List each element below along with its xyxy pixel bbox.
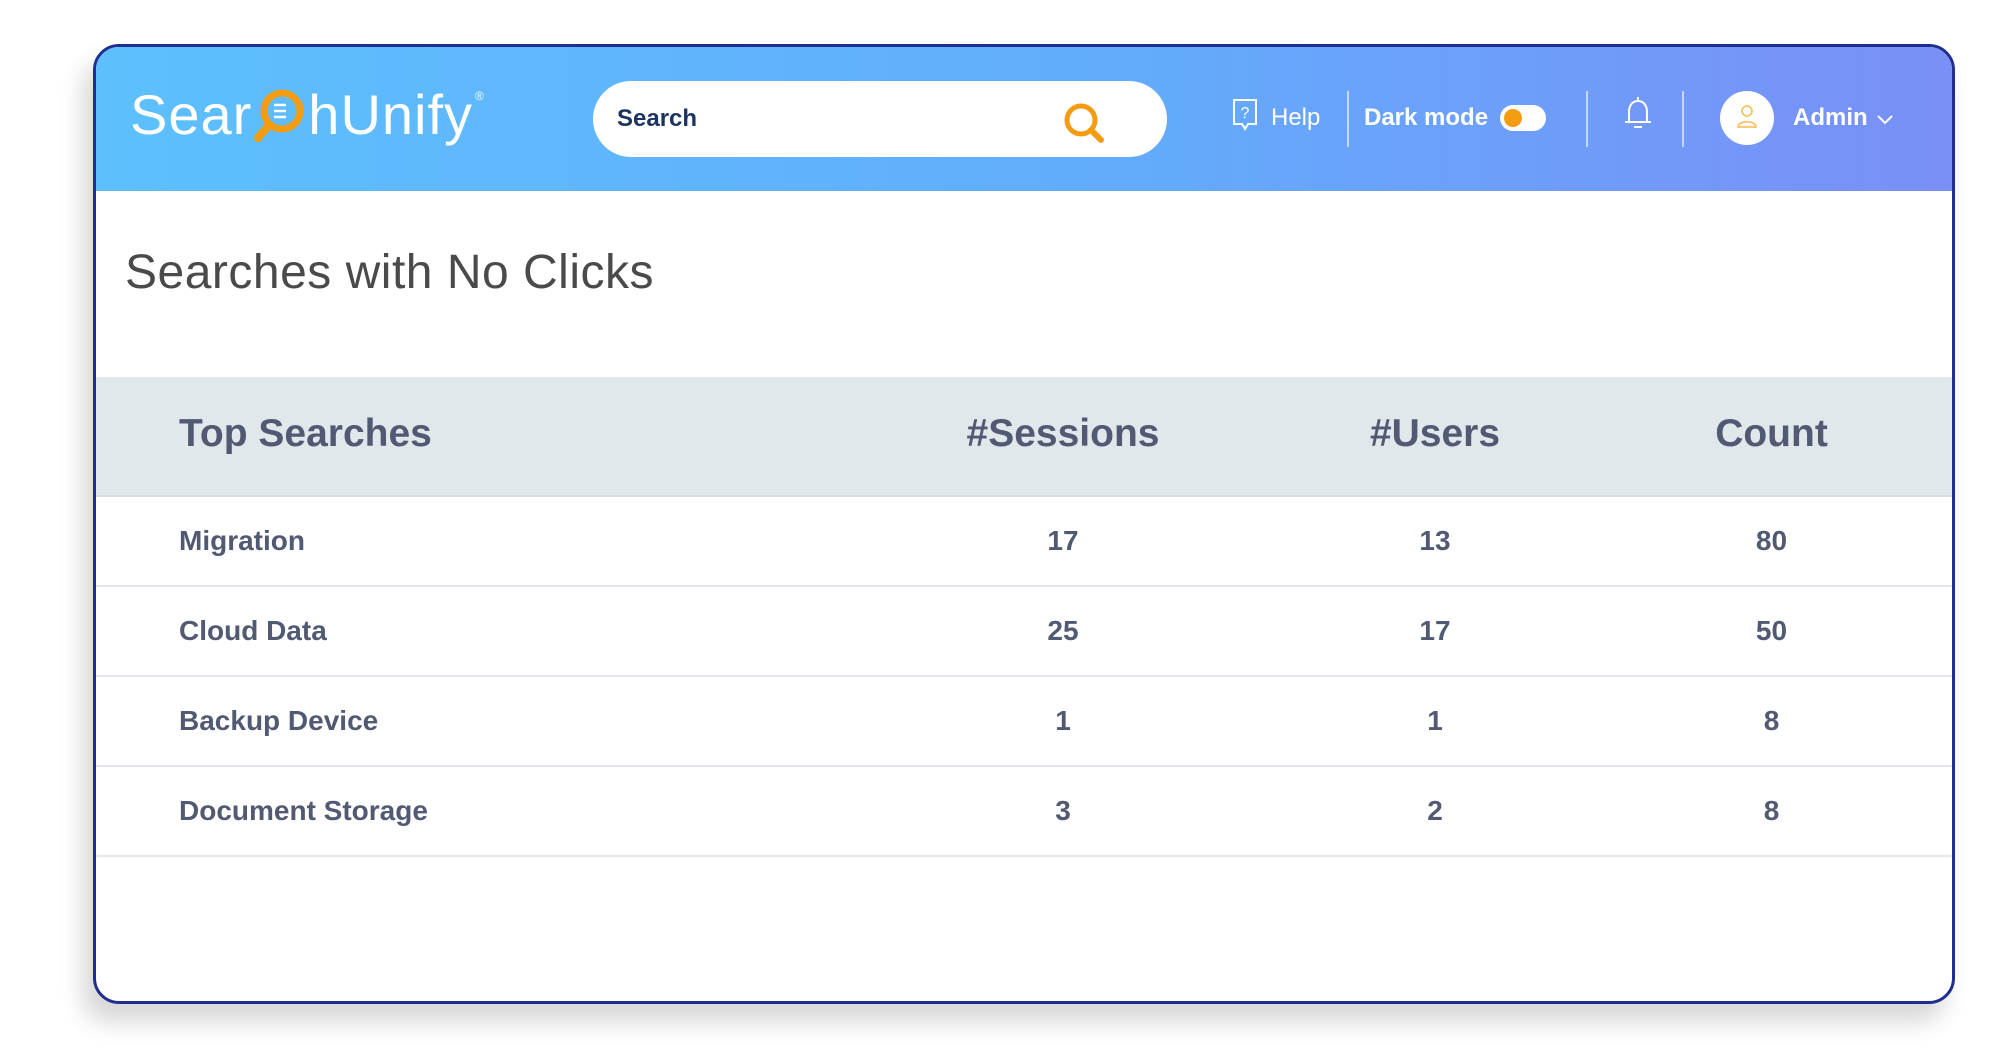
- help-link[interactable]: ? Help: [1231, 91, 1320, 145]
- dark-mode-toggle[interactable]: [1500, 105, 1547, 131]
- users-cell: 2: [1427, 795, 1443, 826]
- table-row[interactable]: Backup Device 1 1 8: [96, 677, 1952, 767]
- search-icon[interactable]: [1060, 99, 1108, 147]
- count-cell: 8: [1763, 705, 1780, 736]
- users-cell: 13: [1419, 525, 1451, 556]
- bell-icon: [1622, 95, 1654, 142]
- column-header-users[interactable]: #Users: [1243, 412, 1627, 456]
- report-card: Sear hUnify ® Search ? Help Dark mode Ad…: [93, 44, 1955, 1004]
- search-term-cell: Document Storage: [179, 795, 428, 826]
- searches-table: Top Searches #Sessions #Users Count Migr…: [96, 377, 1952, 857]
- search-input[interactable]: [617, 81, 1067, 157]
- toggle-knob: [1504, 109, 1523, 127]
- user-menu-label: Admin: [1793, 104, 1868, 131]
- svg-text:?: ?: [1241, 105, 1250, 122]
- search-term-cell: Backup Device: [179, 705, 379, 736]
- table-row[interactable]: Document Storage 3 2 8: [96, 767, 1952, 857]
- logo-text-after: hUnify: [308, 82, 474, 146]
- user-icon: [1735, 103, 1759, 134]
- count-cell: 80: [1755, 525, 1788, 556]
- sessions-cell: 25: [1047, 615, 1079, 646]
- column-header-sessions[interactable]: #Sessions: [883, 412, 1243, 456]
- notifications-button[interactable]: [1622, 91, 1654, 145]
- sessions-cell: 1: [1055, 705, 1071, 736]
- count-cell: 8: [1763, 795, 1780, 826]
- table-header: Top Searches #Sessions #Users Count: [96, 377, 1952, 497]
- logo-registered-mark: ®: [475, 89, 485, 103]
- page-title: Searches with No Clicks: [125, 246, 654, 299]
- count-cell: 50: [1755, 615, 1788, 646]
- users-cell: 17: [1419, 615, 1451, 646]
- help-icon: ?: [1231, 98, 1271, 139]
- header-divider: [1586, 91, 1588, 147]
- top-header: Sear hUnify ® Search ? Help Dark mode Ad…: [96, 47, 1952, 191]
- searchunify-logo[interactable]: Sear hUnify ®: [130, 77, 485, 151]
- users-cell: 1: [1427, 705, 1443, 736]
- logo-magnifier-icon: [253, 84, 307, 144]
- header-divider: [1682, 91, 1684, 147]
- column-header-count[interactable]: Count: [1627, 412, 1916, 456]
- help-label: Help: [1271, 104, 1321, 131]
- table-row[interactable]: Cloud Data 25 17 50: [96, 587, 1952, 677]
- search-term-cell: Cloud Data: [179, 615, 327, 646]
- table-row[interactable]: Migration 17 13 80: [96, 497, 1952, 587]
- header-divider: [1347, 91, 1349, 147]
- logo-text-before: Sear: [130, 82, 253, 146]
- column-header-top-searches[interactable]: Top Searches: [96, 412, 883, 456]
- dark-mode-control: Dark mode: [1364, 91, 1547, 145]
- dark-mode-label: Dark mode: [1364, 104, 1489, 131]
- sessions-cell: 17: [1047, 525, 1079, 556]
- avatar[interactable]: [1720, 91, 1774, 145]
- chevron-down-icon: [1868, 104, 1894, 132]
- sessions-cell: 3: [1055, 795, 1071, 826]
- search-term-cell: Migration: [179, 525, 305, 556]
- search-bar: [593, 81, 1167, 157]
- user-menu[interactable]: Admin: [1793, 91, 1894, 145]
